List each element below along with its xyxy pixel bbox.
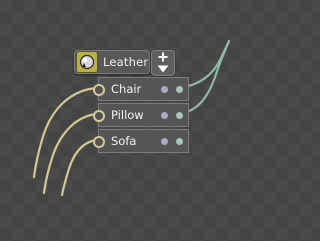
node-graph-canvas[interactable]: Leather Chair Pillow Sofa [0, 0, 259, 241]
collapse-button[interactable] [153, 64, 173, 75]
wire-sofa-input [60, 138, 99, 197]
node-row-chair[interactable]: Chair [93, 77, 189, 101]
output-port[interactable] [176, 138, 183, 145]
node-row-sofa[interactable]: Sofa [93, 129, 189, 153]
node-title: Leather [103, 55, 149, 69]
material-ball-icon [76, 51, 98, 73]
triangle-down-icon [157, 65, 169, 73]
plus-icon [158, 52, 168, 62]
input-port[interactable] [93, 84, 105, 96]
mid-port[interactable] [161, 138, 168, 145]
mid-port[interactable] [161, 86, 168, 93]
wire-pillow-input [42, 112, 99, 195]
wire-chair-input [32, 86, 99, 179]
mid-port[interactable] [161, 112, 168, 119]
node-header[interactable]: Leather [74, 50, 150, 74]
output-port[interactable] [176, 112, 183, 119]
node-header-buttons [151, 50, 175, 76]
input-port[interactable] [93, 110, 105, 122]
output-port[interactable] [176, 86, 183, 93]
input-port[interactable] [93, 136, 105, 148]
add-slot-button[interactable] [153, 52, 173, 63]
node-row-pillow[interactable]: Pillow [93, 103, 189, 127]
